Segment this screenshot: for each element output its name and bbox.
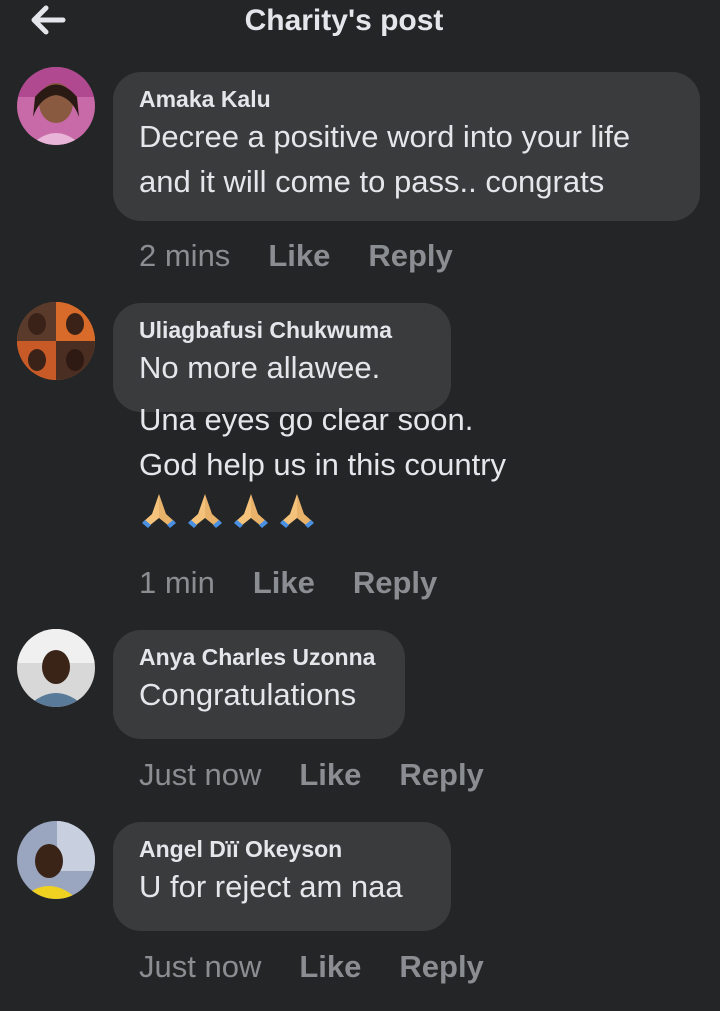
folded-hands-icon <box>139 490 179 530</box>
comment-text-line: Decree a positive word into your life <box>139 119 631 154</box>
comment-text-line: Congratulations <box>139 677 357 712</box>
avatar[interactable] <box>17 302 95 380</box>
reply-button[interactable]: Reply <box>399 947 483 987</box>
comment-author[interactable]: Angel Dïï Okeyson <box>139 834 425 864</box>
folded-hands-icon <box>277 490 317 530</box>
comment-actions: 1 min Like Reply <box>139 563 475 603</box>
comment-text-line: and it will come to pass.. congrats <box>139 164 605 199</box>
avatar[interactable] <box>17 629 95 707</box>
top-bar: Charity's post <box>0 0 720 48</box>
comment-bubble: Anya Charles Uzonna Congratulations <box>113 630 405 739</box>
comment-timestamp: 1 min <box>139 565 215 600</box>
comment-text-line: No more allawee. <box>139 350 381 385</box>
like-button[interactable]: Like <box>268 236 330 276</box>
avatar[interactable] <box>17 67 95 145</box>
comment-actions: Just now Like Reply <box>139 947 522 987</box>
like-button[interactable]: Like <box>253 563 315 603</box>
emoji-row <box>139 490 317 530</box>
comment-text-line: Una eyes go clear soon. <box>139 402 474 437</box>
comment-author[interactable]: Amaka Kalu <box>139 84 674 114</box>
comment-text-line: U for reject am naa <box>139 869 403 904</box>
page-title: Charity's post <box>244 4 444 37</box>
like-button[interactable]: Like <box>299 755 361 795</box>
comment-timestamp: 2 mins <box>139 238 231 273</box>
folded-hands-icon <box>231 490 271 530</box>
comment-timestamp: Just now <box>139 757 262 792</box>
avatar[interactable] <box>17 821 95 899</box>
comment-bubble: Amaka Kalu Decree a positive word into y… <box>113 72 700 221</box>
folded-hands-icon <box>185 490 225 530</box>
like-button[interactable]: Like <box>299 947 361 987</box>
comment-author[interactable]: Anya Charles Uzonna <box>139 642 379 672</box>
comment-actions: Just now Like Reply <box>139 755 522 795</box>
comment-text-line: God help us in this country <box>139 447 507 482</box>
comment-bubble: Uliagbafusi Chukwuma No more allawee. <box>113 303 451 412</box>
reply-button[interactable]: Reply <box>368 236 452 276</box>
reply-button[interactable]: Reply <box>353 563 437 603</box>
reply-button[interactable]: Reply <box>399 755 483 795</box>
comment-actions: 2 mins Like Reply <box>139 236 491 276</box>
comment-bubble: Angel Dïï Okeyson U for reject am naa <box>113 822 451 931</box>
comment-timestamp: Just now <box>139 949 262 984</box>
comment-author[interactable]: Uliagbafusi Chukwuma <box>139 315 425 345</box>
